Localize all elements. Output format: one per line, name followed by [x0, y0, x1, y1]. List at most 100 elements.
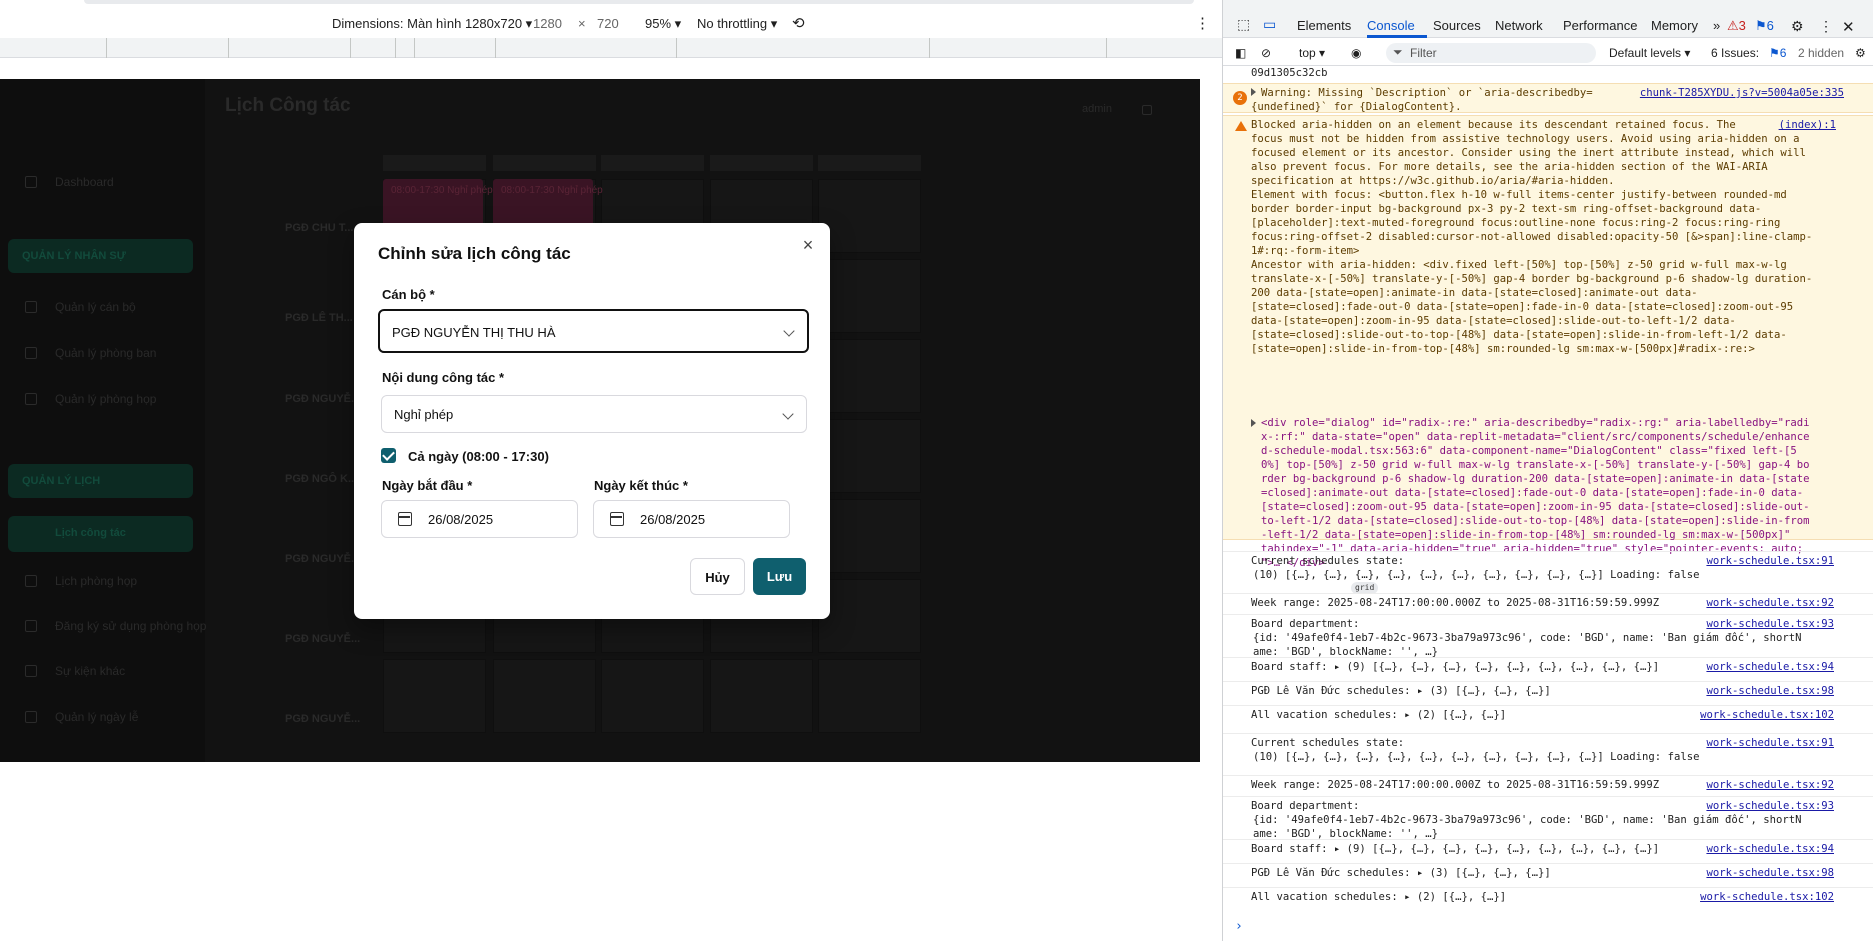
- user-icon: [25, 301, 37, 313]
- schedule-cell[interactable]: [818, 499, 921, 573]
- levels-select[interactable]: Default levels ▾: [1609, 46, 1690, 60]
- source-link[interactable]: work-schedule.tsx:102: [1700, 890, 1834, 904]
- warning-count[interactable]: ⚠3: [1727, 18, 1746, 34]
- dimension-times: ×: [578, 16, 586, 31]
- message-count[interactable]: ⚑6: [1755, 18, 1774, 34]
- eye-icon[interactable]: ◉: [1351, 46, 1361, 60]
- height-input[interactable]: 720: [597, 16, 619, 31]
- schedule-cell[interactable]: [818, 339, 921, 413]
- source-link[interactable]: work-schedule.tsx:94: [1706, 660, 1834, 674]
- clear-console-icon[interactable]: ⊘: [1261, 46, 1271, 60]
- schedule-cell[interactable]: [818, 579, 921, 653]
- filter-input[interactable]: Filter: [1386, 43, 1596, 63]
- width-input[interactable]: 1280: [533, 16, 562, 31]
- throttling-select[interactable]: No throttling ▾: [697, 16, 777, 32]
- issues-count[interactable]: ⚑6: [1769, 46, 1786, 60]
- console-output: 09d1305c32cb 2 Warning: Missing `Descrip…: [1223, 66, 1873, 941]
- source-link[interactable]: work-schedule.tsx:93: [1706, 799, 1834, 813]
- device-toggle-icon[interactable]: ▭: [1263, 16, 1276, 33]
- logout-icon[interactable]: [1142, 105, 1152, 115]
- sidebar-item-room-booking[interactable]: Đăng ký sử dụng phòng họp: [55, 619, 206, 633]
- tab-performance[interactable]: Performance: [1563, 18, 1637, 33]
- save-button[interactable]: Lưu: [753, 558, 806, 595]
- console-warning: Blocked aria-hidden on an element becaus…: [1223, 115, 1873, 594]
- section-schedule[interactable]: QUẢN LÝ LỊCH: [8, 464, 193, 498]
- more-tabs-button[interactable]: »: [1713, 18, 1720, 33]
- sidebar-item-staff[interactable]: Quản lý cán bộ: [55, 300, 136, 314]
- grid-header: [383, 155, 486, 171]
- source-link[interactable]: work-schedule.tsx:92: [1706, 596, 1834, 610]
- console-log-object[interactable]: {id: '49afe0f4-1eb7-4b2c-9673-3ba79a973c…: [1253, 813, 1802, 841]
- schedule-cell[interactable]: [818, 179, 921, 253]
- log-separator: [1223, 705, 1873, 706]
- tab-console[interactable]: Console: [1367, 18, 1415, 33]
- log-separator: [1223, 681, 1873, 682]
- source-link[interactable]: work-schedule.tsx:93: [1706, 617, 1834, 631]
- rotate-icon[interactable]: ⟲: [792, 14, 805, 32]
- schedule-cell[interactable]: [818, 659, 921, 733]
- start-date-picker[interactable]: 26/08/2025: [381, 500, 578, 538]
- source-link[interactable]: work-schedule.tsx:92: [1706, 778, 1834, 792]
- log-separator: [1223, 657, 1873, 658]
- source-link[interactable]: work-schedule.tsx:102: [1700, 708, 1834, 722]
- schedule-cell[interactable]: [383, 659, 486, 733]
- more-options-icon[interactable]: ⋮: [1195, 14, 1210, 32]
- console-log-object[interactable]: (10) [{…}, {…}, {…}, {…}, {…}, {…}, {…},…: [1253, 750, 1699, 764]
- source-link[interactable]: work-schedule.tsx:98: [1706, 866, 1834, 880]
- content-select[interactable]: Nghỉ phép: [381, 395, 807, 433]
- cancel-button[interactable]: Hủy: [690, 558, 745, 595]
- more-options-icon[interactable]: ⋮: [1819, 18, 1833, 35]
- console-log: Week range: 2025-08-24T17:00:00.000Z to …: [1251, 597, 1660, 609]
- inspect-icon[interactable]: ⬚: [1237, 16, 1250, 33]
- dimensions-select[interactable]: Dimensions: Màn hình 1280x720 ▾: [332, 16, 532, 32]
- tab-network[interactable]: Network: [1495, 18, 1543, 33]
- source-link[interactable]: work-schedule.tsx:94: [1706, 842, 1834, 856]
- console-settings-icon[interactable]: ⚙: [1855, 46, 1866, 60]
- sidebar-item-rooms[interactable]: Quản lý phòng họp: [55, 392, 156, 406]
- source-link[interactable]: (index):1: [1779, 118, 1836, 132]
- console-prompt[interactable]: ›: [1235, 920, 1873, 934]
- end-date-picker[interactable]: 26/08/2025: [593, 500, 790, 538]
- console-log-object[interactable]: {id: '49afe0f4-1eb7-4b2c-9673-3ba79a973c…: [1253, 631, 1802, 659]
- filter-icon: ⏷: [1393, 45, 1403, 59]
- close-icon[interactable]: ×: [799, 236, 817, 254]
- grid-header: [818, 155, 921, 171]
- sidebar-toggle-icon[interactable]: ◧: [1235, 46, 1246, 60]
- grid-header: [493, 155, 596, 171]
- zoom-select[interactable]: 95% ▾: [645, 16, 681, 32]
- tab-elements[interactable]: Elements: [1297, 18, 1351, 33]
- warning-text: Warning: Missing `Description` or `aria-…: [1251, 87, 1593, 113]
- console-log: Board staff: ▸ (9) [{…}, {…}, {…}, {…}, …: [1251, 661, 1660, 673]
- schedule-cell[interactable]: [601, 659, 704, 733]
- sidebar-item-other-events[interactable]: Sự kiện khác: [55, 664, 125, 678]
- chevron-down-icon: [782, 408, 794, 420]
- section-hr[interactable]: QUẢN LÝ NHÂN SỰ: [8, 239, 193, 273]
- all-day-checkbox[interactable]: [381, 448, 396, 463]
- sidebar-item-dashboard[interactable]: Dashboard: [55, 175, 114, 189]
- tab-memory[interactable]: Memory: [1651, 18, 1698, 33]
- console-log-object[interactable]: (10) [{…}, {…}, {…}, {…}, {…}, {…}, {…},…: [1253, 568, 1699, 582]
- settings-icon[interactable]: ⚙: [1791, 18, 1804, 35]
- schedule-cell[interactable]: [818, 419, 921, 493]
- log-separator: [1223, 551, 1873, 552]
- staff-select[interactable]: PGĐ NGUYỄN THỊ THU HÀ: [378, 309, 809, 353]
- sidebar-item-work-schedule[interactable]: Lịch công tác: [8, 516, 193, 552]
- source-link[interactable]: work-schedule.tsx:91: [1706, 554, 1834, 568]
- sidebar-item-room-schedule[interactable]: Lịch phòng họp: [55, 574, 137, 588]
- schedule-cell[interactable]: [710, 659, 813, 733]
- source-link[interactable]: chunk-T285XYDU.js?v=5004a05e:335: [1640, 86, 1844, 100]
- log-separator: [1223, 839, 1873, 840]
- schedule-cell[interactable]: [493, 659, 596, 733]
- tab-sources[interactable]: Sources: [1433, 18, 1481, 33]
- source-link[interactable]: work-schedule.tsx:98: [1706, 684, 1834, 698]
- context-select[interactable]: top ▾: [1299, 46, 1325, 60]
- close-icon[interactable]: ✕: [1842, 18, 1855, 36]
- html-node[interactable]: <div role="dialog" id="radix-:re:" aria-…: [1251, 416, 1810, 570]
- schedule-cell[interactable]: [818, 259, 921, 333]
- sidebar-item-departments[interactable]: Quản lý phòng ban: [55, 346, 156, 360]
- source-link[interactable]: work-schedule.tsx:91: [1706, 736, 1834, 750]
- holiday-icon: [25, 711, 37, 723]
- issues-label[interactable]: 6 Issues:: [1711, 46, 1759, 60]
- user-name: admin: [1082, 103, 1112, 115]
- sidebar-item-holidays[interactable]: Quản lý ngày lễ: [55, 710, 138, 724]
